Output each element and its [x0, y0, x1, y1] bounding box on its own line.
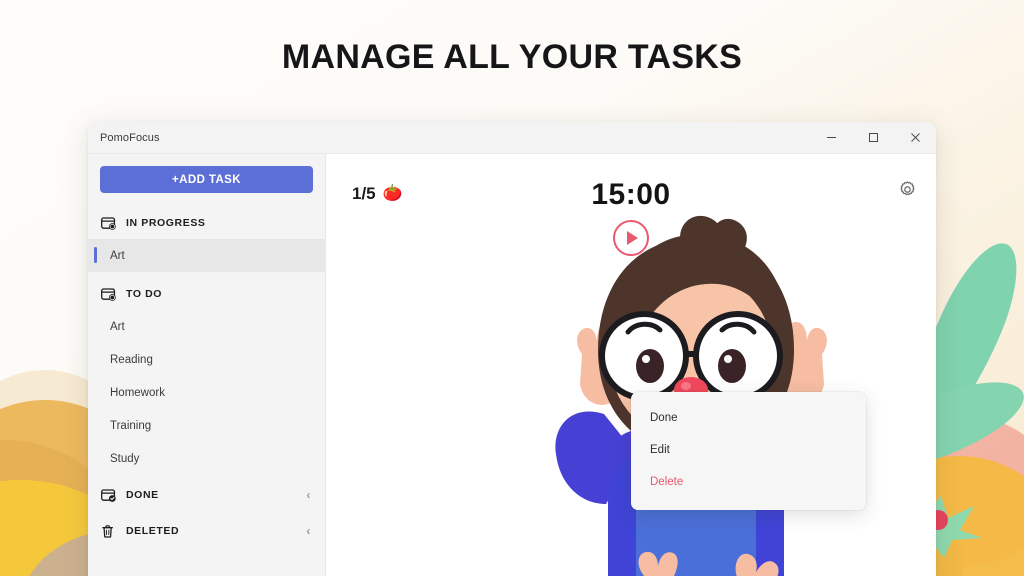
task-label: Homework	[110, 386, 165, 399]
sidebar-task-row[interactable]: Art	[88, 310, 325, 343]
pomodoro-counter: 1/5 🍅	[352, 184, 403, 204]
sidebar-section-deleted[interactable]: DELETED ‹	[88, 515, 325, 547]
timer-block: 15:00	[326, 178, 936, 256]
tomato-icon: 🍅	[382, 185, 403, 202]
mascot-illustration	[555, 215, 839, 576]
sidebar-section-label: IN PROGRESS	[126, 217, 206, 229]
sidebar-section-in-progress[interactable]: IN PROGRESS	[88, 207, 325, 239]
sidebar-section-label: DONE	[126, 489, 159, 501]
window-titlebar: PomoFocus	[88, 122, 936, 154]
sidebar-section-to-do[interactable]: TO DO	[88, 278, 325, 310]
task-label: Art	[110, 249, 125, 262]
sidebar-section-label: TO DO	[126, 288, 163, 300]
task-label: Study	[110, 452, 140, 465]
sidebar-task-row[interactable]: Study	[88, 442, 325, 475]
pomodoro-count-value: 1/5	[352, 184, 376, 203]
context-menu-item-delete[interactable]: Delete	[631, 466, 866, 498]
card-check-icon	[101, 488, 116, 502]
sidebar-section-done[interactable]: DONE ‹	[88, 479, 325, 511]
sidebar-task-row[interactable]: Reading	[88, 343, 325, 376]
sidebar: +ADD TASK IN PROGRESS Art TO DO Art Read…	[88, 154, 326, 576]
chevron-left-icon[interactable]: ‹	[306, 525, 311, 537]
sidebar-section-label: DELETED	[126, 525, 180, 537]
add-task-button[interactable]: +ADD TASK	[100, 166, 313, 193]
settings-button[interactable]	[896, 180, 918, 202]
chevron-left-icon[interactable]: ‹	[306, 489, 311, 501]
sidebar-task-row[interactable]: Homework	[88, 376, 325, 409]
play-button[interactable]	[613, 220, 649, 256]
context-menu-item-edit[interactable]: Edit	[631, 434, 866, 466]
app-window: PomoFocus +ADD TASK IN PROGRESS Art TO D…	[88, 122, 936, 576]
card-clock-icon	[101, 287, 116, 301]
timer-display: 15:00	[591, 178, 671, 211]
context-menu-item-done[interactable]: Done	[631, 402, 866, 434]
minimize-icon[interactable]	[810, 122, 852, 153]
card-clock-icon	[101, 216, 116, 230]
task-label: Reading	[110, 353, 153, 366]
task-label: Training	[110, 419, 152, 432]
menu-item-label: Edit	[650, 444, 670, 456]
close-icon[interactable]	[894, 122, 936, 153]
maximize-icon[interactable]	[852, 122, 894, 153]
window-controls	[810, 122, 936, 153]
play-icon	[627, 231, 638, 245]
gear-icon	[899, 181, 915, 196]
page-title: MANAGE ALL YOUR TASKS	[281, 38, 743, 76]
task-label: Art	[110, 320, 125, 333]
app-title: PomoFocus	[100, 131, 160, 144]
sidebar-task-row[interactable]: Training	[88, 409, 325, 442]
menu-item-label: Done	[650, 412, 678, 424]
context-menu: Done Edit Delete	[631, 392, 866, 510]
promo-stage: MANAGE ALL YOUR TASKS PomoFocus +ADD TAS…	[0, 0, 1024, 576]
window-body: +ADD TASK IN PROGRESS Art TO DO Art Read…	[88, 154, 936, 576]
main-panel: 1/5 🍅 15:00 Done Edit Delete	[326, 154, 936, 576]
menu-item-label: Delete	[650, 476, 684, 488]
trash-icon	[102, 524, 113, 538]
sidebar-task-row[interactable]: Art	[88, 239, 325, 272]
